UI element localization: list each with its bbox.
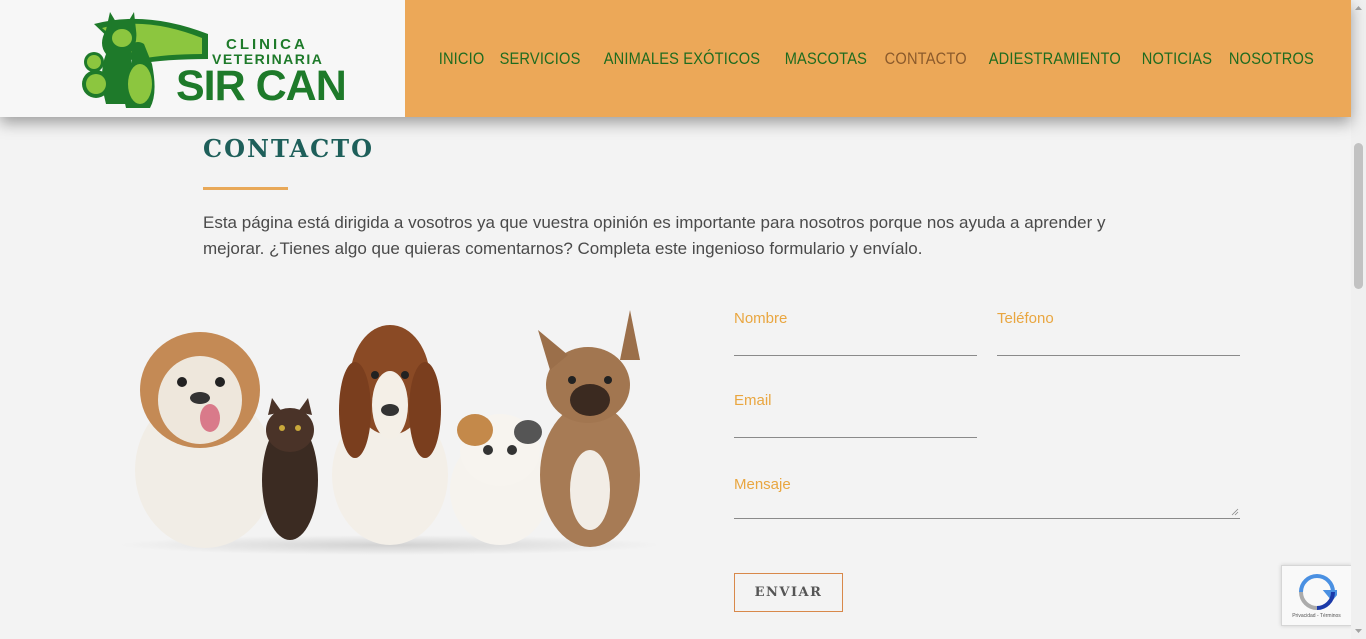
nav-mascotas[interactable]: MASCOTAS	[784, 49, 866, 69]
nav-nosotros[interactable]: NOSOTROS	[1229, 49, 1314, 69]
title-divider	[203, 187, 288, 190]
email-label: Email	[734, 392, 772, 409]
basset-hound-figure	[332, 325, 448, 545]
mensaje-label: Mensaje	[734, 476, 791, 493]
nombre-field[interactable]: Nombre	[734, 310, 977, 356]
recaptcha-icon	[1299, 574, 1337, 610]
scroll-up-icon[interactable]	[1351, 2, 1366, 14]
resize-grip-icon[interactable]	[1231, 508, 1239, 516]
page-scrollbar[interactable]	[1351, 0, 1366, 639]
email-field[interactable]: Email	[734, 392, 977, 438]
exotic-cat-figure	[450, 414, 550, 545]
main-nav: INICIO SERVICIOS ANIMALES EXÓTICOS MASCO…	[405, 0, 1351, 117]
recaptcha-footer: Privacidad - Términos	[1292, 613, 1341, 619]
nav-contacto[interactable]: CONTACTO	[884, 49, 966, 69]
mensaje-field[interactable]: Mensaje	[734, 476, 1240, 519]
site-header: CLINICA VETERINARIA SIR CAN INICIO SERVI…	[0, 0, 1351, 117]
scroll-down-icon[interactable]	[1351, 625, 1366, 637]
logo-line-3: SIR CAN	[176, 62, 347, 110]
logo[interactable]: CLINICA VETERINARIA SIR CAN	[0, 0, 405, 117]
page-title: CONTACTO	[203, 134, 374, 163]
recaptcha-badge[interactable]: Privacidad - Términos	[1281, 565, 1352, 626]
nombre-label: Nombre	[734, 310, 788, 327]
nav-servicios[interactable]: SERVICIOS	[499, 49, 580, 69]
telefono-label: Teléfono	[997, 310, 1054, 327]
bulldog-figure	[135, 332, 275, 548]
pets-image	[120, 310, 660, 555]
scroll-thumb[interactable]	[1354, 143, 1363, 289]
nav-inicio[interactable]: INICIO	[439, 49, 485, 69]
nav-animales-exoticos[interactable]: ANIMALES EXÓTICOS	[604, 49, 760, 69]
nav-noticias[interactable]: NOTICIAS	[1141, 49, 1211, 69]
kitten-figure	[262, 398, 318, 540]
french-bulldog-figure	[538, 310, 640, 547]
intro-text: Esta página está dirigida a vosotros ya …	[203, 213, 1106, 258]
telefono-field[interactable]: Teléfono	[997, 310, 1240, 356]
nav-adiestramiento[interactable]: ADIESTRAMIENTO	[988, 49, 1120, 69]
enviar-button[interactable]: ENVIAR	[734, 573, 843, 612]
